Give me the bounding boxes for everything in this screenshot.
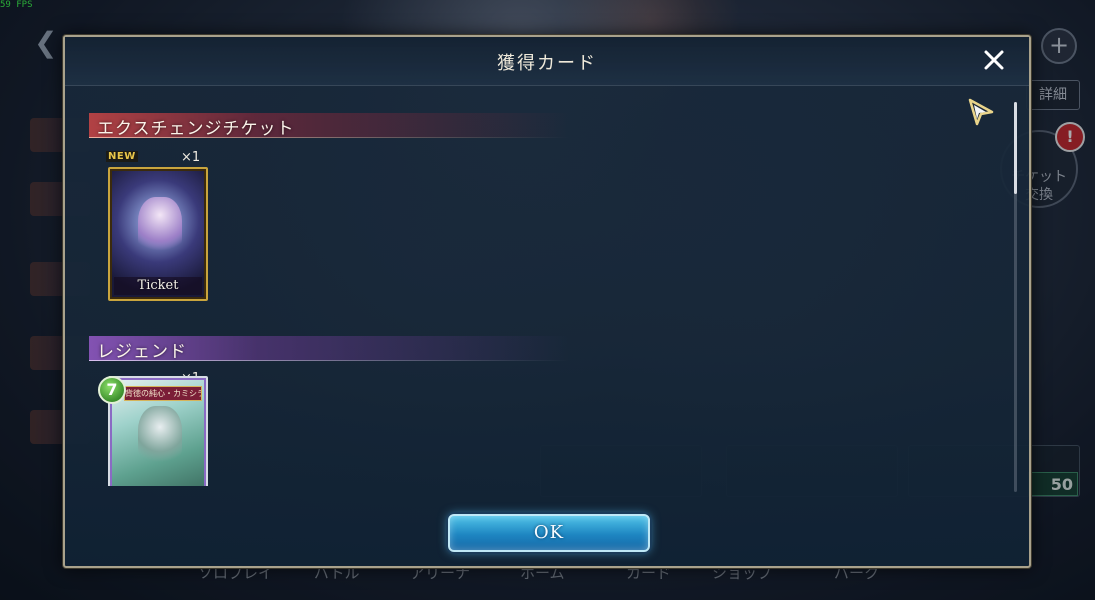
acquired-cards-dialog: 獲得カード エクスチェンジチケット NEW ×1 Ticket レジェンド ×1… <box>63 35 1031 568</box>
card-count: ×1 <box>181 150 201 165</box>
close-icon <box>984 50 1004 70</box>
dialog-content: エクスチェンジチケット NEW ×1 Ticket レジェンド ×1 背徳の純心… <box>65 85 1029 486</box>
section-header-exchange-ticket: エクスチェンジチケット <box>89 113 569 139</box>
ok-button[interactable]: OK <box>448 514 650 552</box>
legend-card[interactable]: 背徳の純心・カミシラ 7 <box>98 376 208 486</box>
card-cost: 7 <box>98 376 126 404</box>
close-button[interactable] <box>981 47 1007 73</box>
dialog-header: 獲得カード <box>65 37 1029 86</box>
section-header-legend: レジェンド <box>89 336 569 362</box>
card-art <box>138 406 182 466</box>
section-label: レジェンド <box>97 342 187 362</box>
scrollbar-thumb[interactable] <box>1014 102 1017 194</box>
exchange-ticket-card[interactable]: Ticket <box>108 167 208 301</box>
section-label: エクスチェンジチケット <box>97 119 295 139</box>
new-badge: NEW <box>106 151 138 162</box>
card-label: Ticket <box>137 278 179 293</box>
scrollbar[interactable] <box>1014 102 1017 492</box>
pointer-cursor-icon <box>968 98 994 126</box>
dialog-title: 獲得カード <box>497 53 597 74</box>
card-name: 背徳の純心・カミシラ <box>124 386 202 401</box>
card-art <box>138 197 182 257</box>
